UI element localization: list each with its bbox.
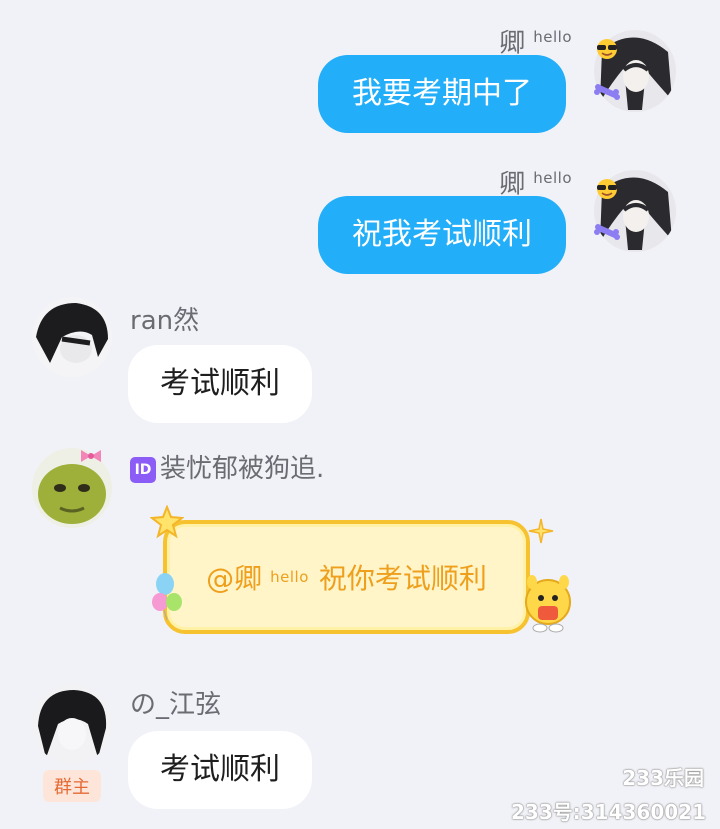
group-owner-badge: 群主 xyxy=(43,770,101,802)
sender-name-3: ran然 xyxy=(130,306,199,336)
watermark-account-text: 233号:314360021 xyxy=(511,800,706,824)
sender-name-text: ran然 xyxy=(130,306,200,336)
watermark-account: 233号:314360021 xyxy=(511,796,706,825)
sender-name-5: の_江弦 xyxy=(130,690,221,720)
mention-tag: hello xyxy=(270,568,309,586)
message-text: 祝我考试顺利 xyxy=(352,217,532,252)
sender-name-4: ID 装忧郁被狗追. xyxy=(130,454,324,484)
message-bubble-3[interactable]: 考试顺利 xyxy=(128,345,312,423)
balloons-icon xyxy=(150,572,184,622)
avatar-image xyxy=(32,684,112,764)
sender-name-1: 卿 hello xyxy=(499,22,572,59)
sender-tag: hello xyxy=(533,169,572,187)
message-bubble-5[interactable]: 考试顺利 xyxy=(128,731,312,809)
sender-name-2: 卿 hello xyxy=(499,163,572,200)
watermark-logo: 233乐园 xyxy=(622,762,704,791)
sender-tag: hello xyxy=(533,28,572,46)
special-message-bubble[interactable]: @卿 hello 祝你考试顺利 xyxy=(163,520,530,634)
badge-text: 群主 xyxy=(54,777,90,798)
star-icon xyxy=(149,504,185,539)
message-bubble-2[interactable]: 祝我考试顺利 xyxy=(318,196,566,274)
message-text: 我要考期中了 xyxy=(352,76,532,111)
mention-text[interactable]: @卿 xyxy=(206,557,262,597)
sender-name-text: の_江弦 xyxy=(130,690,222,720)
message-text: 祝你考试顺利 xyxy=(318,562,487,595)
id-badge-icon: ID xyxy=(130,456,156,483)
watermark-logo-text: 233乐园 xyxy=(622,766,704,790)
message-bubble-1[interactable]: 我要考期中了 xyxy=(318,55,566,133)
sunglasses-emoji-icon xyxy=(594,38,620,60)
bone-icon xyxy=(594,224,620,240)
pink-bow-icon xyxy=(80,448,102,462)
avatar-image xyxy=(32,297,112,377)
bone-icon xyxy=(594,84,620,100)
avatar-ran[interactable] xyxy=(32,297,112,377)
message-text: 考试顺利 xyxy=(160,366,280,401)
sunglasses-emoji-icon xyxy=(594,178,620,200)
sparkle-icon xyxy=(528,518,554,544)
avatar-jiangxian[interactable] xyxy=(32,684,112,764)
sender-name-text: 装忧郁被狗追. xyxy=(160,454,325,484)
message-text: 考试顺利 xyxy=(160,752,280,787)
mascot-icon xyxy=(520,572,576,634)
